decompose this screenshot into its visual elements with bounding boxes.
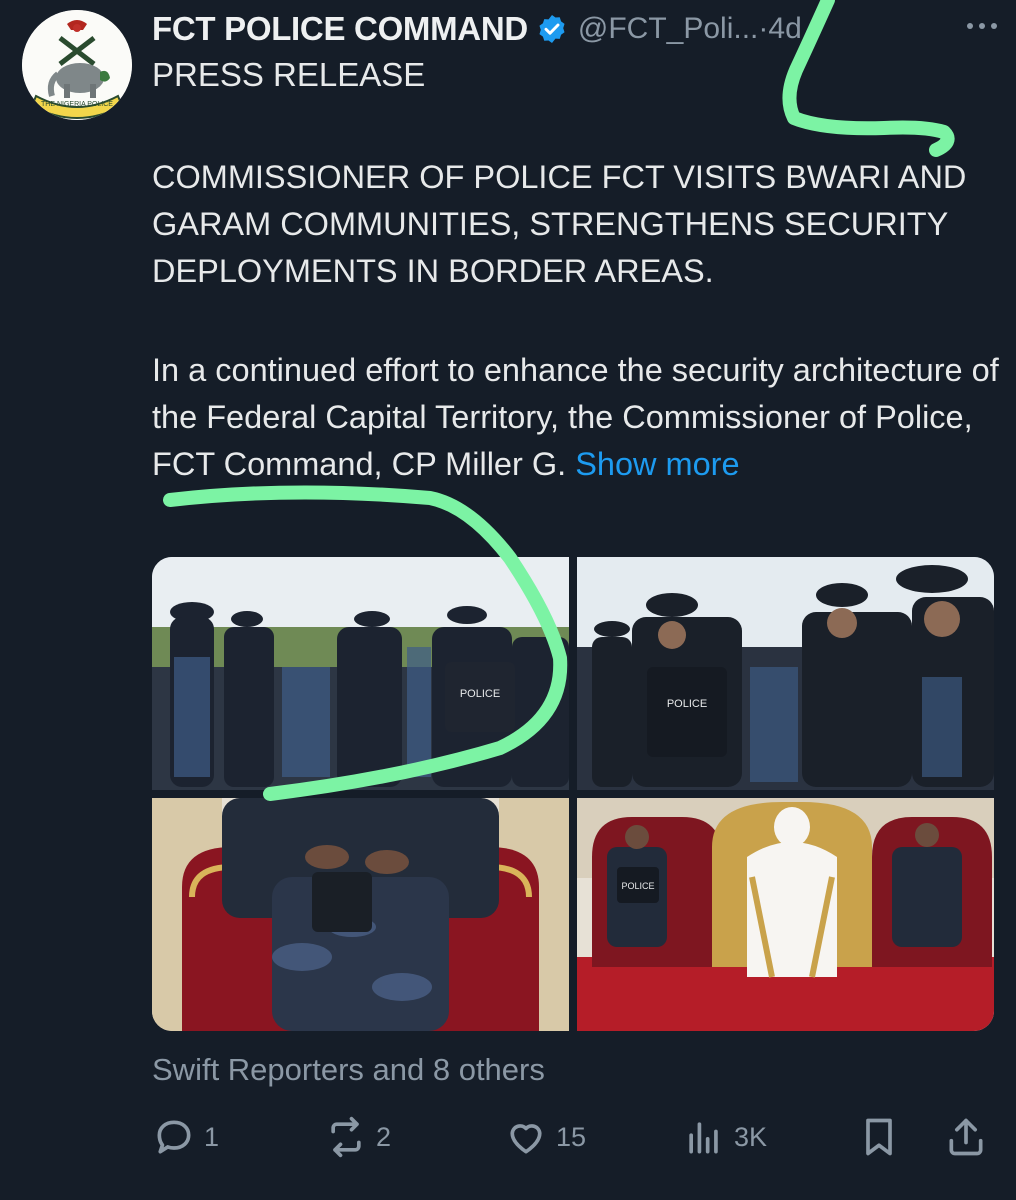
liked-by-text[interactable]: Swift Reporters and 8 others xyxy=(152,1052,545,1088)
display-name[interactable]: FCT POLICE COMMAND xyxy=(152,10,528,48)
photo-officer-seated[interactable] xyxy=(152,798,569,1031)
tweet-action-bar: 1 2 15 3K xyxy=(152,1112,992,1162)
repost-count: 2 xyxy=(376,1121,392,1152)
views-button[interactable]: 3K xyxy=(682,1112,767,1162)
reply-button[interactable]: 1 xyxy=(152,1112,219,1162)
bookmark-button[interactable] xyxy=(857,1112,909,1162)
share-button[interactable] xyxy=(944,1112,996,1162)
view-count: 3K xyxy=(734,1121,768,1152)
verified-badge-icon xyxy=(539,15,565,43)
views-icon xyxy=(689,1122,718,1154)
photo-1-badge: POLICE xyxy=(460,688,500,700)
tweet-media-grid: POLICE POLICE POLICE xyxy=(152,557,994,1031)
timestamp[interactable]: 4d xyxy=(768,12,801,46)
photo-2-badge: POLICE xyxy=(667,698,707,710)
tweet-paragraph-body: In a continued effort to enhance the sec… xyxy=(152,347,1002,488)
reply-count: 1 xyxy=(204,1121,220,1152)
time-separator: · xyxy=(758,12,769,45)
tweet-header: FCT POLICE COMMAND @FCT_Poli... · 4d xyxy=(152,4,1002,54)
show-more-link[interactable]: Show more xyxy=(575,446,739,482)
repost-icon xyxy=(331,1116,361,1158)
reply-icon xyxy=(157,1120,191,1154)
photo-4-badge: POLICE xyxy=(621,881,654,891)
like-count: 15 xyxy=(556,1121,587,1152)
share-icon xyxy=(949,1118,983,1156)
bookmark-icon xyxy=(866,1118,892,1156)
tweet-body: COMMISSIONER OF POLICE FCT VISITS BWARI … xyxy=(152,154,1002,488)
photo-commissioner-conversation[interactable]: POLICE xyxy=(577,557,994,790)
police-crest-logo: THE NIGERIA POLICE xyxy=(22,10,132,120)
press-release-label: PRESS RELEASE xyxy=(152,56,426,93)
more-options-icon[interactable] xyxy=(962,18,1002,34)
tweet-paragraph-headline: COMMISSIONER OF POLICE FCT VISITS BWARI … xyxy=(152,159,967,289)
user-handle[interactable]: @FCT_Poli... xyxy=(578,12,758,46)
crest-seal-text: THE NIGERIA POLICE xyxy=(41,101,113,108)
photo-palace-visit[interactable]: POLICE xyxy=(577,798,994,1031)
photo-officers-briefing[interactable]: POLICE xyxy=(152,557,569,790)
repost-button[interactable]: 2 xyxy=(324,1112,391,1162)
like-button[interactable]: 15 xyxy=(504,1112,586,1162)
like-icon xyxy=(510,1124,542,1154)
profile-avatar[interactable]: THE NIGERIA POLICE xyxy=(22,10,132,120)
